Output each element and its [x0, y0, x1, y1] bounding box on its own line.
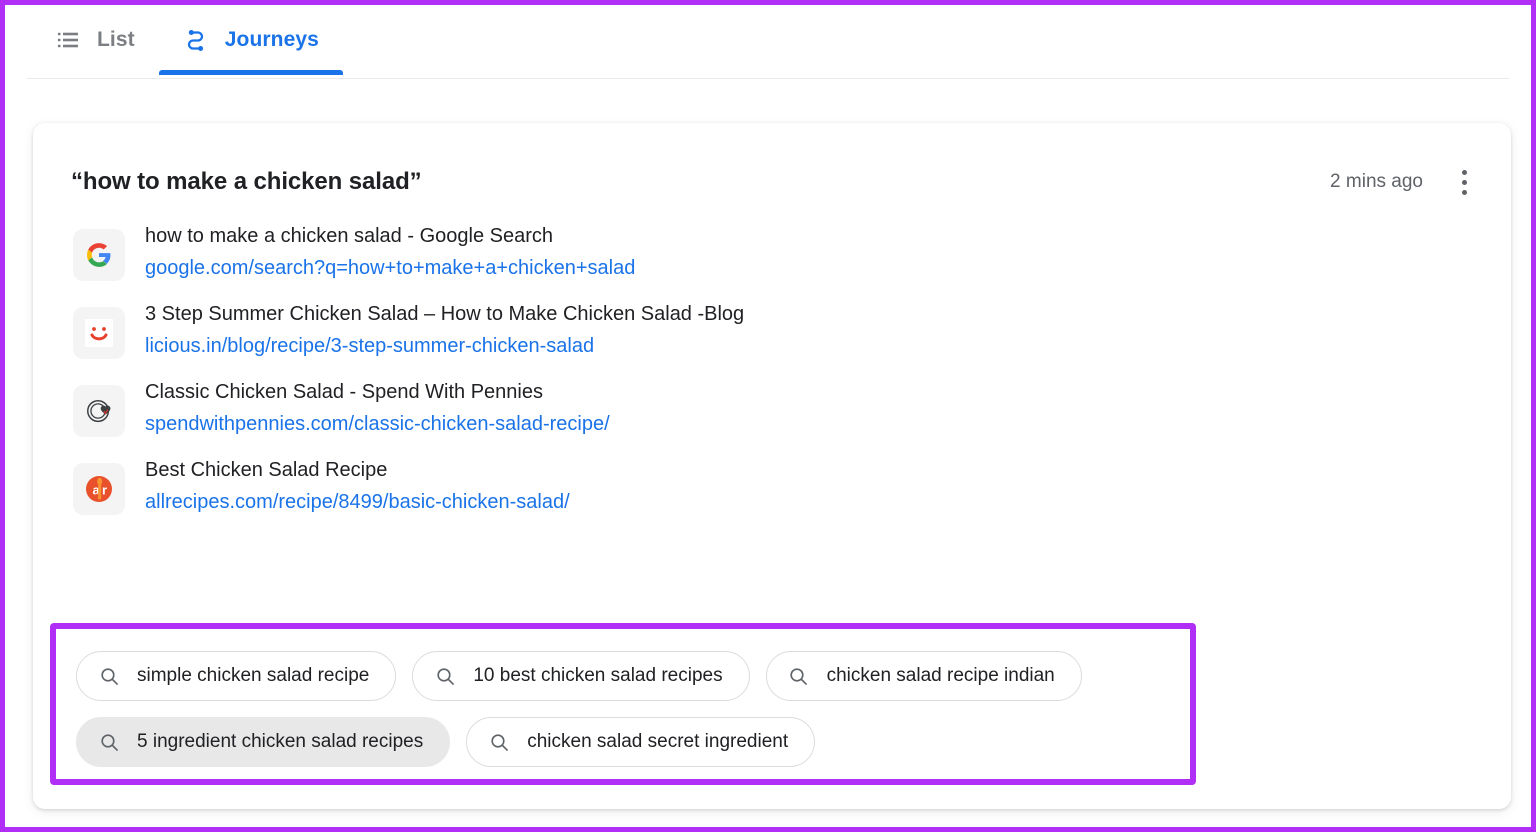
list-item-text: Best Chicken Salad Recipe allrecipes.com… [145, 457, 570, 514]
licious-smiley-icon [73, 307, 125, 359]
tab-bar: List Journeys [5, 5, 1531, 79]
list-item[interactable]: a r Best Chicken Salad Recipe allrecipes… [33, 447, 1511, 525]
list-item-text: 3 Step Summer Chicken Salad – How to Mak… [145, 301, 744, 358]
result-title: how to make a chicken salad - Google Sea… [145, 225, 553, 247]
suggestion-chip[interactable]: chicken salad recipe indian [765, 651, 1082, 701]
tab-journeys-label: Journeys [224, 28, 319, 51]
list-item[interactable]: Classic Chicken Salad - Spend With Penni… [33, 369, 1511, 447]
search-icon [99, 666, 119, 686]
allrecipes-icon: a r [73, 463, 125, 515]
suggestion-chip[interactable]: 10 best chicken salad recipes [412, 651, 750, 701]
journey-path-icon [183, 27, 209, 53]
suggestion-chip[interactable]: chicken salad secret ingredient [466, 717, 816, 767]
kebab-dot [1461, 189, 1467, 195]
kebab-dot [1461, 169, 1467, 175]
suggestion-chip-label: 10 best chicken salad recipes [473, 665, 723, 686]
related-searches-highlight: simple chicken salad recipe 10 best chic… [50, 623, 1196, 785]
suggestion-chip[interactable]: simple chicken salad recipe [76, 651, 397, 701]
page-title: “how to make a chicken salad” [71, 168, 422, 195]
search-icon [489, 732, 509, 752]
journey-card-header-right: 2 mins ago [1330, 165, 1481, 199]
list-item-text: how to make a chicken salad - Google Sea… [145, 223, 635, 280]
list-item-text: Classic Chicken Salad - Spend With Penni… [145, 379, 610, 436]
suggestion-chip-label: chicken salad recipe indian [826, 665, 1055, 686]
result-title: Classic Chicken Salad - Spend With Penni… [145, 381, 543, 403]
app-window: List Journeys “how to make a chicken sal… [0, 0, 1536, 832]
journey-card: “how to make a chicken salad” 2 mins ago [33, 123, 1511, 809]
result-url[interactable]: google.com/search?q=how+to+make+a+chicke… [145, 257, 635, 280]
svg-text:r: r [102, 483, 107, 498]
kebab-dot [1461, 179, 1467, 185]
google-g-icon [73, 229, 125, 281]
list-icon [55, 27, 81, 53]
tab-list[interactable]: List [31, 5, 159, 75]
search-icon [789, 666, 809, 686]
timestamp: 2 mins ago [1330, 171, 1423, 192]
spend-with-pennies-icon [73, 385, 125, 437]
result-url[interactable]: allrecipes.com/recipe/8499/basic-chicken… [145, 491, 570, 514]
suggestion-chip[interactable]: 5 ingredient chicken salad recipes [76, 717, 451, 767]
result-title: Best Chicken Salad Recipe [145, 459, 388, 481]
suggestion-chip-label: 5 ingredient chicken salad recipes [137, 731, 424, 752]
result-title: 3 Step Summer Chicken Salad – How to Mak… [145, 303, 745, 325]
list-item[interactable]: how to make a chicken salad - Google Sea… [33, 213, 1511, 291]
result-url[interactable]: spendwithpennies.com/classic-chicken-sal… [145, 413, 610, 436]
result-list: how to make a chicken salad - Google Sea… [33, 199, 1511, 525]
suggestion-chip-label: simple chicken salad recipe [137, 665, 370, 686]
journey-card-header: “how to make a chicken salad” 2 mins ago [33, 123, 1511, 199]
tab-active-underline [158, 70, 343, 75]
search-icon [99, 732, 119, 752]
result-url[interactable]: licious.in/blog/recipe/3-step-summer-chi… [145, 335, 744, 358]
tab-list-label: List [97, 28, 135, 51]
more-vertical-icon[interactable] [1447, 165, 1481, 199]
tab-journeys[interactable]: Journeys [158, 5, 343, 75]
list-item[interactable]: 3 Step Summer Chicken Salad – How to Mak… [33, 291, 1511, 369]
related-searches-list: simple chicken salad recipe 10 best chic… [56, 629, 1190, 779]
search-icon [435, 666, 455, 686]
suggestion-chip-label: chicken salad secret ingredient [527, 731, 789, 752]
